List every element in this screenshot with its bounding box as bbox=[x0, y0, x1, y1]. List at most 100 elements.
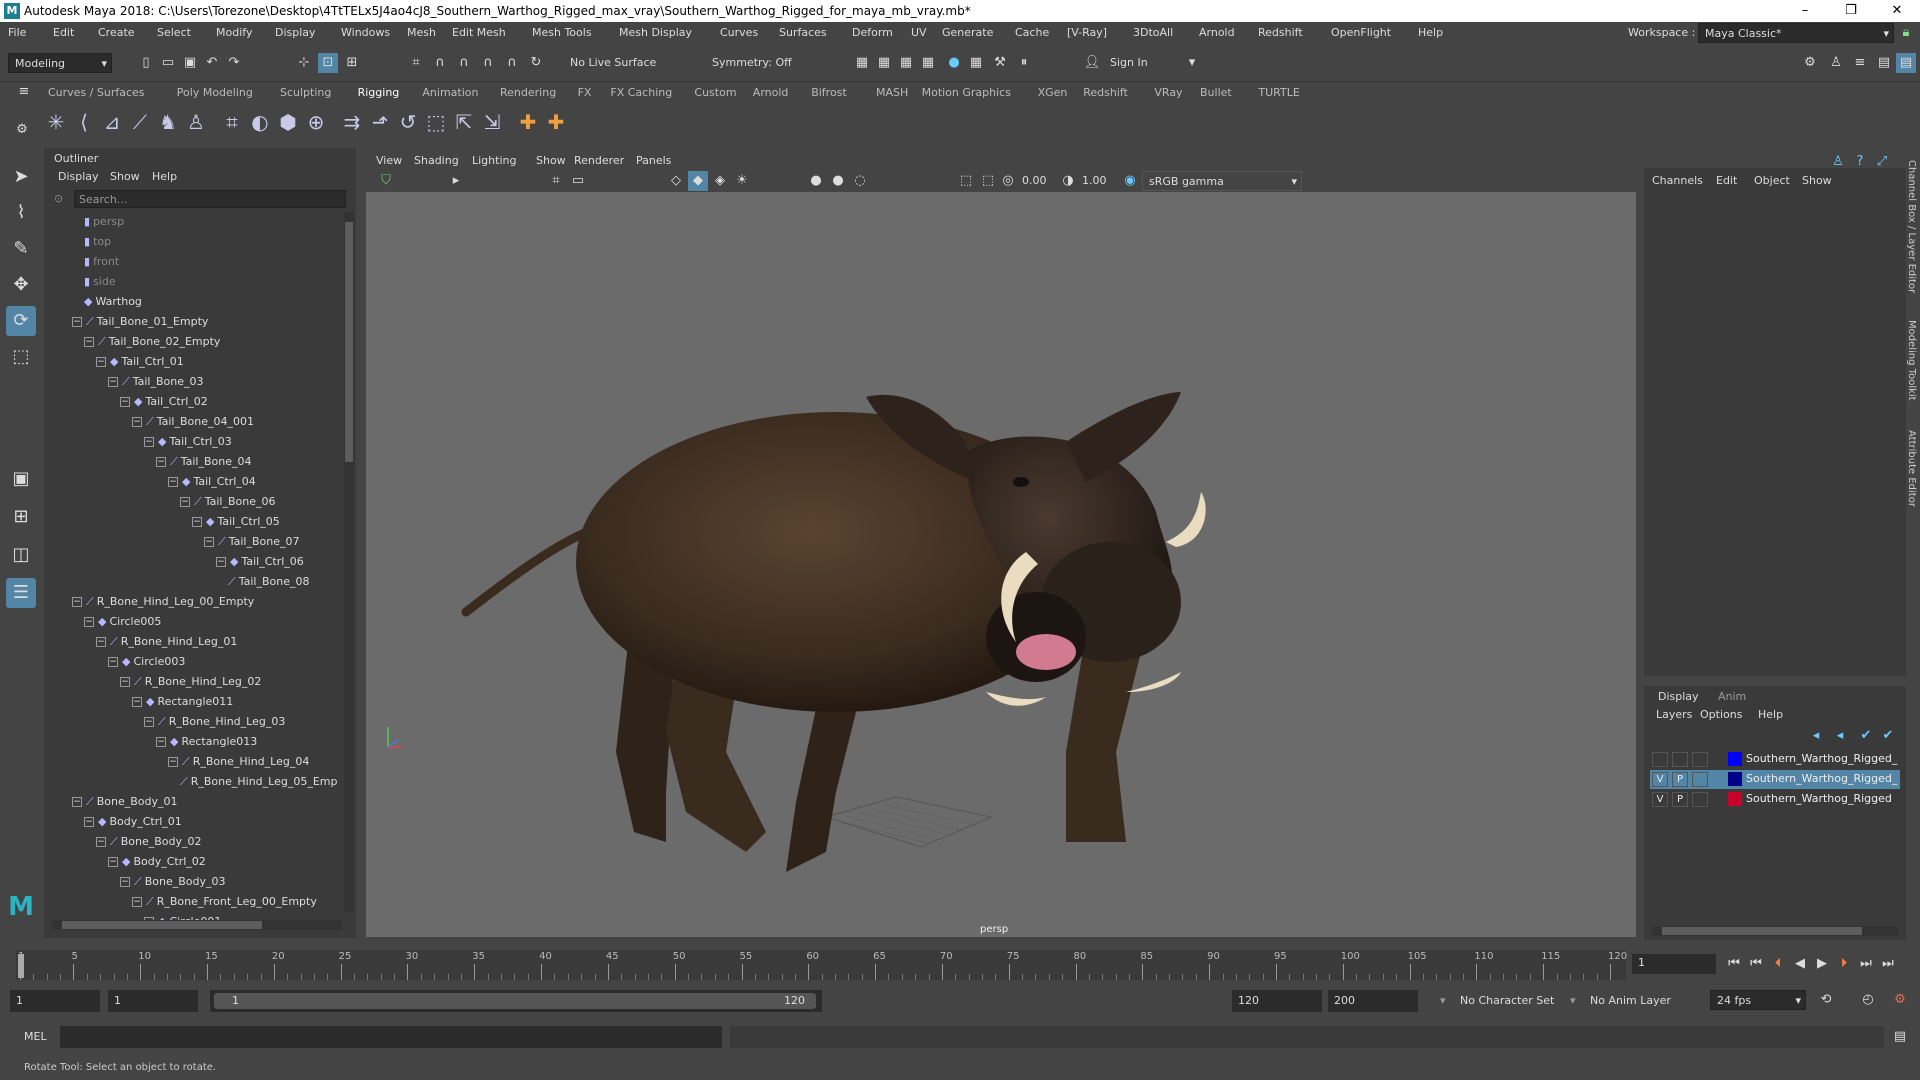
viewport-menu-view[interactable]: View bbox=[376, 154, 402, 167]
collapse-icon[interactable]: − bbox=[108, 857, 118, 867]
collapse-icon[interactable]: − bbox=[192, 517, 202, 527]
collapse-icon[interactable]: − bbox=[96, 837, 106, 847]
layer-playback-toggle[interactable]: P bbox=[1672, 792, 1688, 807]
outliner-item[interactable]: ▮ front bbox=[84, 252, 119, 272]
shelf-settings-icon[interactable]: ⚙ bbox=[12, 120, 32, 140]
menu-item-file[interactable]: File bbox=[8, 26, 26, 39]
collapse-icon[interactable]: − bbox=[84, 337, 94, 347]
outliner-menu-help[interactable]: Help bbox=[152, 170, 177, 183]
shelf-tab-redshift[interactable]: Redshift bbox=[1083, 86, 1128, 99]
time-ruler[interactable]: 1510152025303540455055606570758085909510… bbox=[16, 950, 1627, 980]
layer-type-toggle[interactable] bbox=[1692, 792, 1708, 807]
xray-icon[interactable]: ⬚ bbox=[978, 171, 998, 191]
live-surface-field[interactable]: No Live Surface bbox=[564, 53, 674, 73]
menu-item-modify[interactable]: Modify bbox=[216, 26, 252, 39]
outliner-item[interactable]: − ⟋ Tail_Bone_07 bbox=[204, 532, 299, 552]
shelf-tab-custom[interactable]: Custom bbox=[694, 86, 736, 99]
layer-color-swatch[interactable] bbox=[1728, 752, 1742, 766]
outliner-item[interactable]: − ◆ Circle003 bbox=[108, 652, 185, 672]
outliner-menu-display[interactable]: Display bbox=[58, 170, 99, 183]
outliner-item[interactable]: − ⟋ R_Bone_Hind_Leg_00_Empty bbox=[72, 592, 254, 612]
shelf-tab-bullet[interactable]: Bullet bbox=[1200, 86, 1232, 99]
chevron-down-icon[interactable]: ▾ bbox=[1182, 53, 1202, 73]
shadows-icon[interactable]: ● bbox=[806, 171, 826, 191]
quick-rig-icon[interactable]: ♙ bbox=[182, 108, 210, 136]
menu-set-dropdown[interactable]: Modeling ▾ bbox=[8, 53, 112, 73]
viewport-menu-panels[interactable]: Panels bbox=[636, 154, 671, 167]
redo-icon[interactable]: ↷ bbox=[224, 53, 244, 73]
shelf-tab-animation[interactable]: Animation bbox=[422, 86, 478, 99]
select-object-icon[interactable]: ⊡ bbox=[318, 53, 338, 73]
collapse-icon[interactable]: − bbox=[96, 357, 106, 367]
select-camera-icon[interactable]: ⛉ bbox=[376, 171, 396, 191]
layer-visibility-toggle[interactable] bbox=[1652, 752, 1668, 767]
new-layer-selected-icon[interactable]: ✔ bbox=[1878, 726, 1898, 746]
layer-row[interactable]: V P Southern_Warthog_Rigged_Bo bbox=[1650, 770, 1900, 789]
open-scene-icon[interactable]: ▭ bbox=[158, 53, 178, 73]
lattice-icon[interactable]: ⬢ bbox=[274, 108, 302, 136]
two-view-icon[interactable]: ◫ bbox=[6, 540, 36, 570]
outliner-item[interactable]: − ⟋ Bone_Body_03 bbox=[120, 872, 225, 892]
menu-item-redshift[interactable]: Redshift bbox=[1258, 26, 1303, 39]
outliner-item[interactable]: − ◆ Tail_Ctrl_05 bbox=[192, 512, 280, 532]
shelf-tab-bifrost[interactable]: Bifrost bbox=[811, 86, 847, 99]
tool-settings-icon[interactable]: ▤ bbox=[1874, 53, 1894, 73]
skeleton-icon[interactable]: ♞ bbox=[154, 108, 182, 136]
hypershade-icon[interactable]: ● bbox=[944, 53, 964, 73]
menu-item-mesh-display[interactable]: Mesh Display bbox=[619, 26, 692, 39]
collapse-icon[interactable]: − bbox=[108, 377, 118, 387]
channel-box-icon[interactable]: ▤ bbox=[1896, 53, 1916, 73]
shelf-tab-arnold[interactable]: Arnold bbox=[753, 86, 789, 99]
outliner-item[interactable]: − ◆ Rectangle011 bbox=[132, 692, 233, 712]
close-button[interactable]: ✕ bbox=[1874, 0, 1920, 22]
collapse-icon[interactable]: − bbox=[168, 477, 178, 487]
menu-item-mesh-tools[interactable]: Mesh Tools bbox=[532, 26, 592, 39]
outliner-item[interactable]: − ⟋ R_Bone_Hind_Leg_04 bbox=[168, 752, 309, 772]
new-scene-icon[interactable]: ▯ bbox=[136, 53, 156, 73]
snap-surface-icon[interactable]: ∩ bbox=[502, 53, 522, 73]
camera-attributes-icon[interactable]: ▸ bbox=[446, 171, 466, 191]
select-tool-icon[interactable]: ➤ bbox=[6, 162, 36, 192]
outliner-item[interactable]: − ⟋ R_Bone_Hind_Leg_02 bbox=[120, 672, 261, 692]
go-to-start-icon[interactable]: ⏮ bbox=[1724, 954, 1744, 974]
menu-item-cache[interactable]: Cache bbox=[1015, 26, 1049, 39]
layer-color-swatch[interactable] bbox=[1728, 792, 1742, 806]
render-sequence-icon[interactable]: ▦ bbox=[874, 53, 894, 73]
modeling-toolkit-icon[interactable]: ⚙ bbox=[1800, 53, 1820, 73]
shelf-tab-fx[interactable]: FX bbox=[578, 86, 592, 99]
render-view-icon[interactable]: ▦ bbox=[966, 53, 986, 73]
shelf-tab-turtle[interactable]: TURTLE bbox=[1258, 86, 1299, 99]
shelf-tab-xgen[interactable]: XGen bbox=[1038, 86, 1068, 99]
fps-dropdown[interactable]: 24 fps ▾ bbox=[1710, 990, 1806, 1010]
auto-key-icon[interactable]: ◴ bbox=[1858, 990, 1878, 1010]
step-back-frame-icon[interactable]: ⏴ bbox=[1768, 954, 1788, 974]
step-back-key-icon[interactable]: ⏮ bbox=[1746, 954, 1766, 974]
time-slider[interactable]: 1510152025303540455055606570758085909510… bbox=[0, 944, 1920, 984]
scale-tool-icon[interactable]: ⬚ bbox=[6, 342, 36, 372]
anim-start-field[interactable]: 1 bbox=[10, 990, 100, 1012]
outliner-scrollbar[interactable] bbox=[344, 212, 354, 912]
outliner-search-input[interactable]: Search... bbox=[74, 190, 346, 208]
chevron-down-icon[interactable]: ▾ bbox=[1440, 994, 1446, 1007]
viewport-menu-lighting[interactable]: Lighting bbox=[472, 154, 516, 167]
symmetry-field[interactable]: Symmetry: Off bbox=[706, 53, 806, 73]
mirror-joint-icon[interactable]: ⊿ bbox=[98, 108, 126, 136]
collapse-icon[interactable]: − bbox=[120, 677, 130, 687]
menu-item-3dtoall[interactable]: 3DtoAll bbox=[1133, 26, 1173, 39]
layer-type-toggle[interactable] bbox=[1692, 772, 1708, 787]
menu-item-v-ray[interactable]: [V-Ray] bbox=[1067, 26, 1107, 39]
snap-curve-icon[interactable]: ∩ bbox=[430, 53, 450, 73]
outliner-hscrollbar[interactable] bbox=[52, 920, 342, 930]
outliner-item[interactable]: − ◆ Body_Ctrl_01 bbox=[84, 812, 182, 832]
locator-icon[interactable]: ✚ bbox=[514, 108, 542, 136]
outliner-item[interactable]: − ◆ Rectangle013 bbox=[156, 732, 257, 752]
viewport-menu-show[interactable]: Show bbox=[536, 154, 566, 167]
layers-menu-help[interactable]: Help bbox=[1758, 708, 1783, 721]
shelf-menu-icon[interactable]: ≡ bbox=[14, 82, 34, 102]
constraint-parent-icon[interactable]: ⇉ bbox=[338, 108, 366, 136]
current-time-marker[interactable] bbox=[18, 954, 24, 978]
chevron-down-icon[interactable]: ▾ bbox=[1570, 994, 1576, 1007]
locator-parent-icon[interactable]: ✚ bbox=[542, 108, 570, 136]
menu-item-deform[interactable]: Deform bbox=[852, 26, 893, 39]
mel-input[interactable] bbox=[60, 1026, 722, 1048]
